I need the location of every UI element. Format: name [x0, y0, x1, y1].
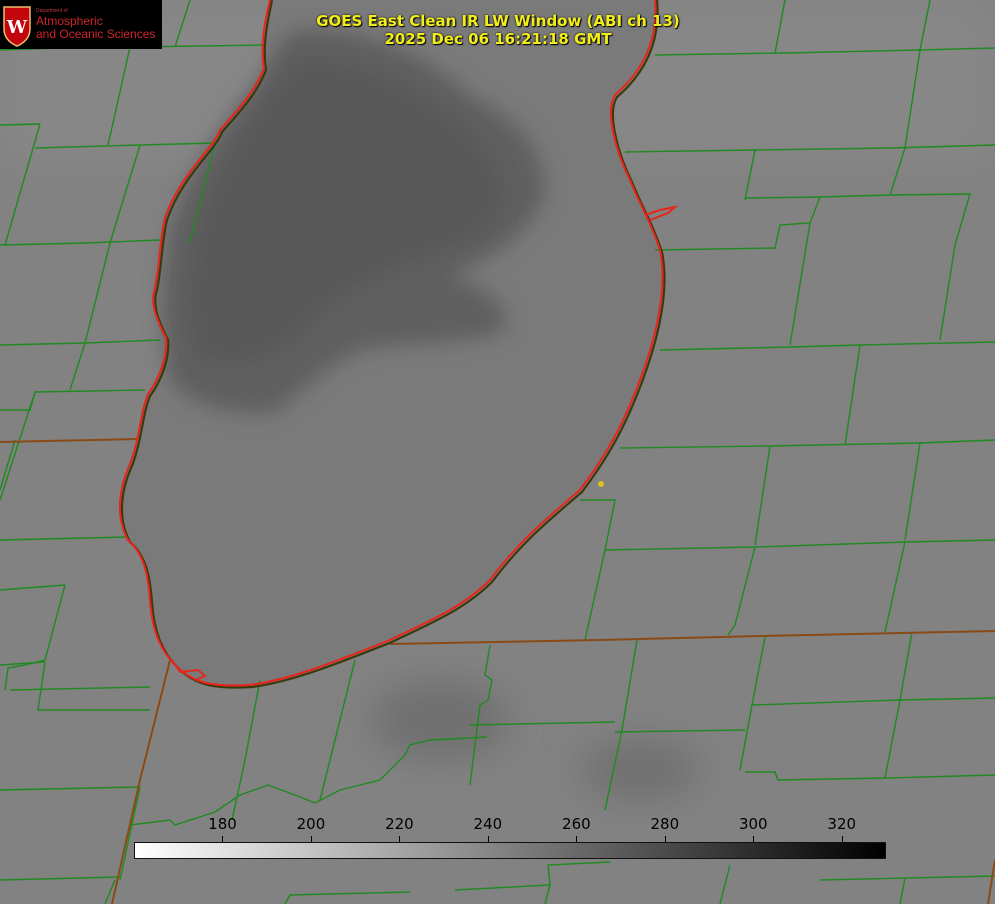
colorbar-tick-label: 280: [650, 815, 680, 833]
satellite-map[interactable]: [0, 0, 995, 904]
colorbar-tick-labels: 180 200 220 240 260 280 300 320: [0, 815, 995, 835]
colorbar-tick-label: 220: [385, 815, 414, 833]
svg-text:W: W: [6, 17, 28, 38]
colorbar-tick-label: 240: [473, 815, 503, 833]
colorbar-tick-label: 300: [738, 815, 768, 833]
image-title: GOES East Clean IR LW Window (ABI ch 13)…: [298, 12, 698, 48]
station-dot-icon[interactable]: [598, 481, 604, 487]
colorbar-tick-label: 320: [827, 815, 857, 833]
title-product: GOES East Clean IR LW Window (ABI ch 13): [316, 12, 680, 30]
uw-aos-logo: W Department of Atmospheric and Oceanic …: [0, 0, 162, 49]
title-timestamp: 2025 Dec 06 16:21:18 GMT: [384, 30, 612, 48]
colorbar-tick-label: 180: [208, 815, 237, 833]
colorbar-tick-label: 260: [562, 815, 591, 833]
colorbar-tick-label: 200: [296, 815, 326, 833]
colorbar: [134, 842, 886, 859]
logo-line-1: Atmospheric: [36, 14, 103, 29]
uw-crest-icon: W: [3, 5, 31, 47]
logo-line-2: and Oceanic Sciences: [36, 26, 156, 41]
